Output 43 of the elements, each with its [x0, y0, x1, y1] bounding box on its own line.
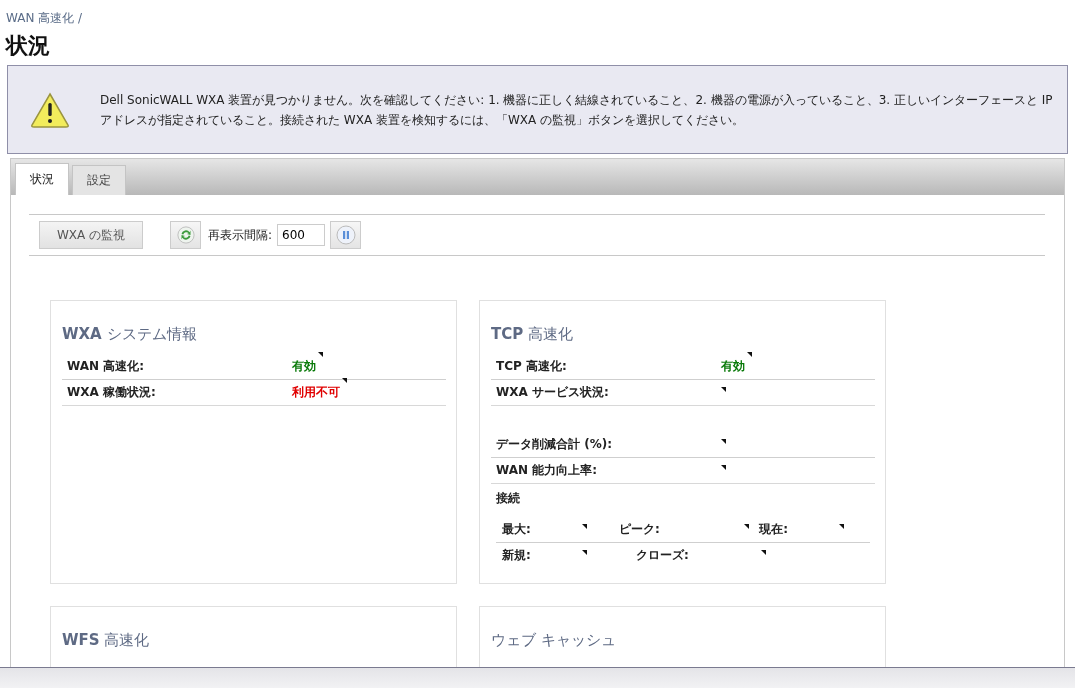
refresh-button[interactable]: [170, 221, 201, 249]
panel-title: WFS 高速化: [62, 631, 151, 650]
field-label: TCP 高速化:: [496, 358, 568, 375]
pause-icon: [335, 225, 356, 245]
field-label: WAN 高速化:: [67, 358, 145, 375]
warning-icon: [30, 91, 70, 128]
tooltip-marker-icon: [582, 524, 587, 529]
field-label: 最大:: [502, 521, 532, 538]
tooltip-marker-icon: [582, 550, 587, 555]
status-value: 有効: [721, 358, 745, 375]
tooltip-marker-icon: [342, 378, 347, 383]
notice-text: Dell SonicWALL WXA 装置が見つかりません。次を確認してください: 1. 機器に正しく結線されていること、2. 機器の電源が入っていること、3. 正しいインターフェースと IP アドレスが指定されていること。接続された WXA 装置を検知するには、「WXA の監視」ボタンを選択してください。: [100, 91, 1054, 129]
field-label: WXA サービス状況:: [496, 384, 610, 401]
page-title: 状況: [6, 31, 51, 60]
tab[interactable]: 状況: [15, 163, 69, 195]
status-value: 利用不可: [292, 384, 340, 401]
panel-title: WXA システム情報: [62, 325, 198, 344]
field-label: 新規:: [502, 547, 532, 564]
refresh-icon: [176, 226, 195, 244]
field-label: 現在:: [759, 521, 789, 538]
monitor-button[interactable]: WXA の監視: [39, 221, 143, 249]
tooltip-marker-icon: [743, 524, 749, 529]
refresh-interval-field[interactable]: 600: [277, 224, 326, 246]
field-label: クローズ:: [636, 547, 690, 564]
panel-title: ウェブ キャッシュ: [491, 631, 617, 650]
tooltip-marker-icon: [761, 550, 766, 555]
tooltip-marker-icon: [721, 464, 726, 470]
refresh-interval-label: 再表示間隔:: [208, 226, 273, 244]
tooltip-marker-icon: [747, 352, 752, 357]
field-label: WXA 稼働状況:: [67, 384, 157, 401]
field-label: WAN 能力向上率:: [496, 462, 598, 479]
tooltip-marker-icon: [839, 524, 845, 529]
status-value: 有効: [292, 358, 316, 375]
tab[interactable]: 設定: [72, 165, 126, 195]
panel-title: TCP 高速化: [491, 325, 574, 344]
field-label: データ削減合計 (%):: [496, 436, 613, 453]
tooltip-marker-icon: [318, 352, 323, 357]
pause-button[interactable]: [330, 221, 362, 249]
breadcrumb: WAN 高速化 /: [5, 10, 84, 27]
tooltip-marker-icon: [721, 386, 726, 392]
tooltip-marker-icon: [721, 438, 726, 444]
section-label: 接続: [495, 490, 521, 507]
field-label: ピーク:: [618, 521, 661, 538]
